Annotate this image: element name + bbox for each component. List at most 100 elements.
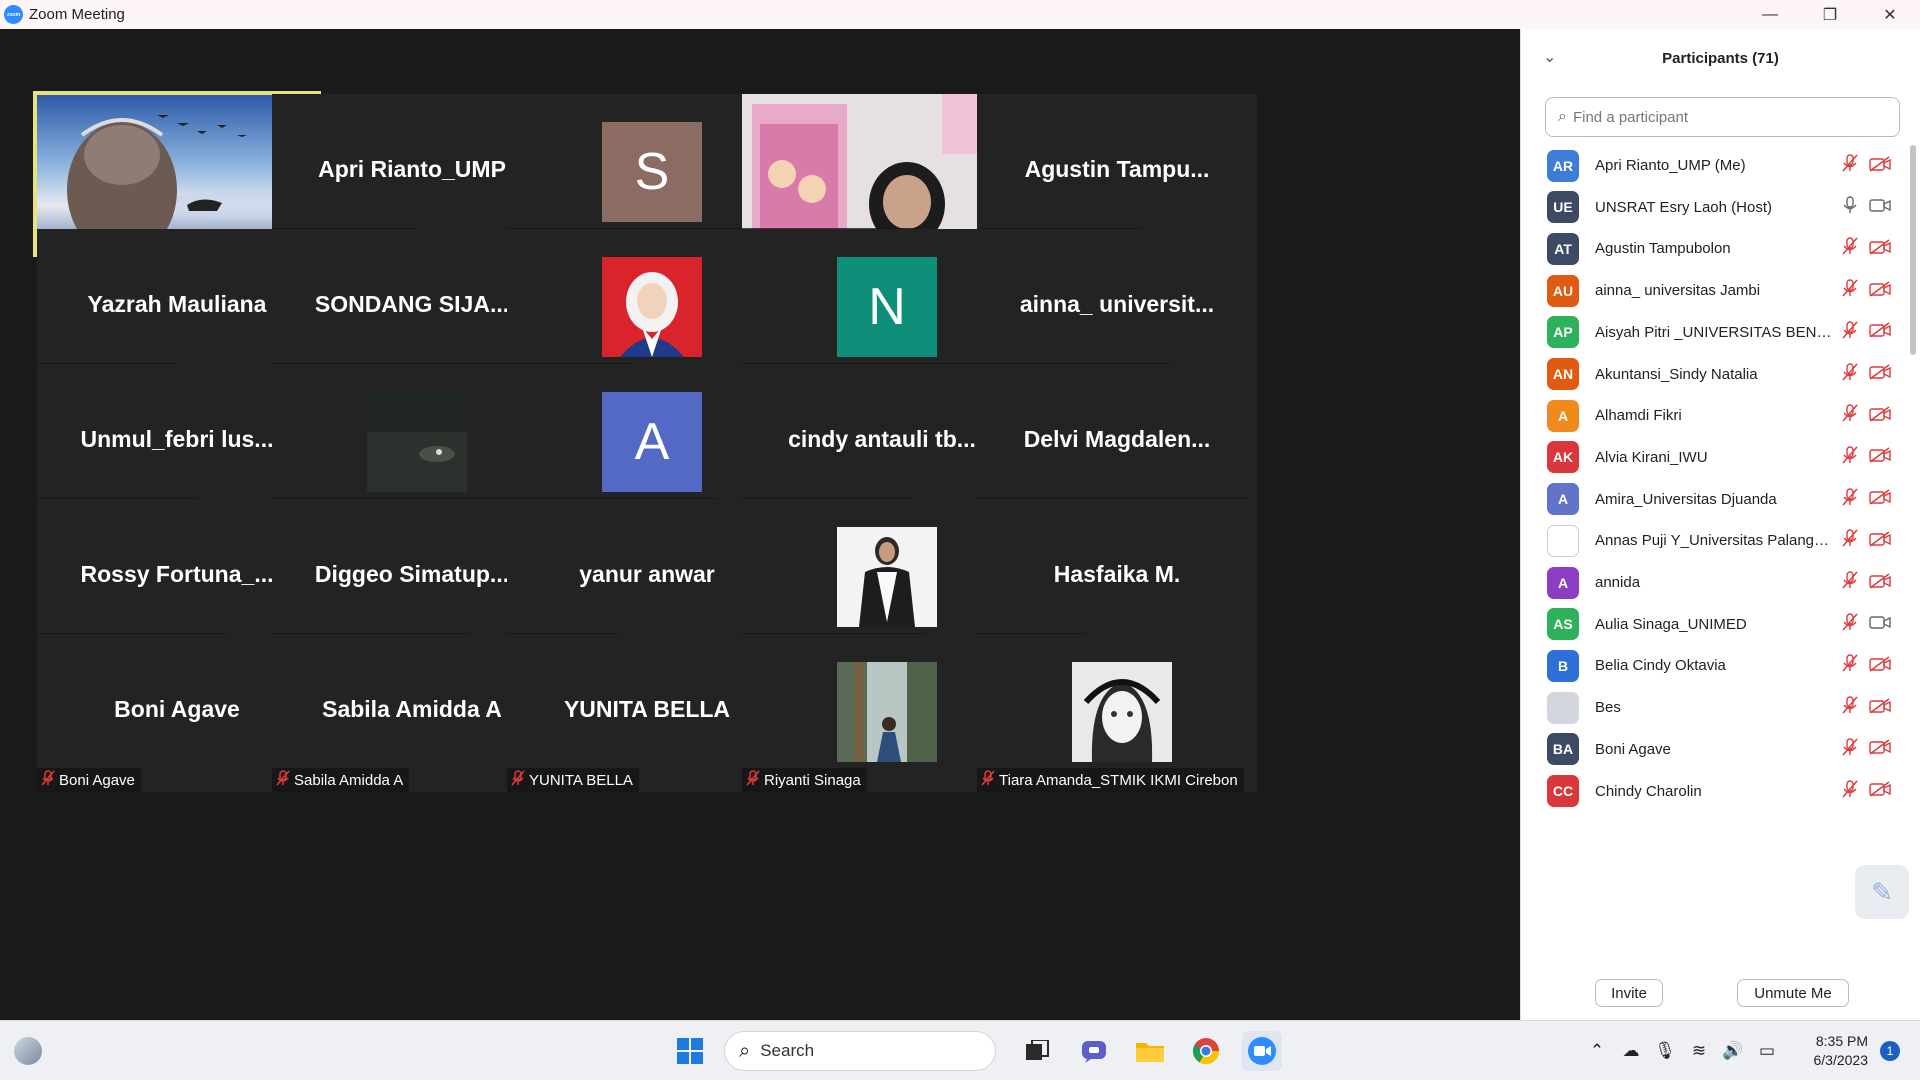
tile-name-label: Boni Agave [37,768,141,792]
mic-muted-icon[interactable] [1840,404,1860,427]
participant-avatar [1547,691,1579,724]
camera-icon[interactable] [1868,197,1892,217]
participant-list[interactable]: AR Apri Rianto_UMP (Me) UE UNSRAT Esry Laoh… [1521,145,1907,975]
participant-row[interactable]: AN Akuntansi_Sindy Natalia [1521,354,1907,395]
tile-display-name: ainna_ universit... [1019,291,1215,317]
participant-row[interactable]: Aannida [1521,562,1907,603]
camera-off-icon[interactable] [1868,447,1892,467]
participant-initials: AU [1552,282,1574,299]
invite-button[interactable]: Invite [1595,979,1663,1007]
mic-muted-icon[interactable] [1840,654,1860,677]
participant-initials: A [1557,407,1569,424]
scrollbar-thumb[interactable] [1910,145,1916,355]
participant-row[interactable]: AS Aulia Sinaga_UNIMED [1521,604,1907,645]
volume-icon[interactable]: 🔊 [1718,1041,1748,1061]
tile-name-label: Tiara Amanda_STMIK IKMI Cirebon [977,768,1244,792]
camera-off-icon[interactable] [1868,322,1892,342]
participant-name: Aulia Sinaga_UNIMED [1595,615,1747,633]
participant-row[interactable]: AT Agustin Tampubolon [1521,228,1907,269]
tile-participant-name: Boni Agave [59,771,135,789]
participant-row[interactable]: Annas Puji Y_Universitas Palangk... [1521,520,1907,561]
mic-muted-icon[interactable] [1840,279,1860,302]
participant-name: ainna_ universitas Jambi [1595,282,1761,300]
mic-muted-icon[interactable] [1840,738,1860,761]
clock[interactable]: 8:35 PM 6/3/2023 [1794,1032,1869,1070]
participant-search-input[interactable] [1572,108,1873,126]
chevron-up-icon[interactable]: ⌃ [1582,1041,1612,1061]
taskbar-apps: ⌕ Search [662,1029,1290,1073]
mic-muted-icon[interactable] [1840,321,1860,344]
camera-off-icon[interactable] [1868,155,1892,176]
camera-off-icon[interactable] [1868,572,1892,593]
video-tile[interactable]: Tiara Amanda_STMIK IKMI Cirebon [977,634,1257,792]
camera-off-icon[interactable] [1868,239,1892,259]
camera-off-icon[interactable] [1868,656,1892,676]
zoom-taskbar-icon[interactable] [1242,1031,1282,1071]
participant-initials: A [1557,574,1569,591]
participant-row[interactable]: AR Apri Rianto_UMP (Me) [1521,145,1907,186]
microphone-icon[interactable]: 🎙 [1650,1041,1680,1061]
mic-muted-icon[interactable] [1840,446,1860,469]
participant-row[interactable]: AU ainna_ universitas Jambi [1521,270,1907,311]
mic-muted-icon[interactable] [1840,612,1860,636]
mic-muted-icon[interactable] [1840,154,1860,177]
mic-muted-icon[interactable] [1840,362,1860,386]
participant-name: Alvia Kirani_IWU [1595,448,1708,466]
participant-row[interactable]: Bes [1521,687,1907,728]
mic-muted-icon[interactable] [1840,696,1860,719]
windows-start-icon[interactable] [670,1031,710,1071]
file-explorer-icon[interactable] [1130,1031,1170,1071]
participant-search[interactable]: ⌕ [1545,97,1900,137]
mic-muted-icon[interactable] [1840,237,1860,260]
participant-row[interactable]: UE UNSRAT Esry Laoh (Host) [1521,187,1907,228]
battery-icon[interactable]: ▭ [1752,1041,1782,1061]
chrome-icon[interactable] [1186,1031,1226,1071]
mic-muted-icon[interactable] [1840,529,1860,552]
participant-initials: B [1557,657,1569,674]
participant-row[interactable]: B Belia Cindy Oktavia [1521,645,1907,686]
camera-off-icon[interactable] [1868,697,1892,718]
weather-widget-icon[interactable] [14,1037,42,1065]
unmute-me-button[interactable]: Unmute Me [1737,979,1849,1007]
participant-row[interactable]: AP Aisyah Pitri _UNIVERSITAS BENG... [1521,312,1907,353]
mic-muted-icon[interactable] [1840,487,1860,511]
mic-muted-icon[interactable] [1840,571,1860,594]
participant-avatar: AU [1547,274,1579,307]
taskbar-search[interactable]: ⌕ Search [724,1031,996,1071]
camera-off-icon[interactable] [1868,364,1892,384]
participant-row[interactable]: A Amira_Universitas Djuanda [1521,479,1907,520]
window-title: Zoom Meeting [29,6,125,23]
participant-row[interactable]: A Alhamdi Fikri [1521,395,1907,436]
participant-photo [1072,662,1172,762]
camera-off-icon[interactable] [1868,406,1892,426]
participant-avatar: AR [1547,149,1579,182]
participant-avatar: CC [1547,775,1579,807]
camera-off-icon[interactable] [1868,531,1892,551]
chevron-down-icon[interactable]: ⌄ [1543,47,1556,67]
mic-muted-icon[interactable] [1840,779,1860,803]
teams-chat-icon[interactable] [1074,1031,1114,1071]
cloud-icon[interactable]: ☁ [1616,1041,1646,1061]
participant-avatar: AK [1547,441,1579,474]
participant-row[interactable]: AK Alvia Kirani_IWU [1521,437,1907,478]
edit-pencil-icon[interactable]: ✎ [1855,865,1909,919]
participant-row[interactable]: CC Chindy Charolin [1521,771,1907,812]
participant-row[interactable]: BA Boni Agave [1521,729,1907,770]
camera-off-icon[interactable] [1868,739,1892,759]
camera-off-icon[interactable] [1868,280,1892,301]
minimize-button[interactable]: — [1740,0,1800,29]
tile-letter-avatar: A [602,392,702,492]
restore-button[interactable]: ❐ [1800,0,1860,29]
participant-avatar: AT [1547,232,1579,265]
mic-icon[interactable] [1840,195,1860,219]
close-button[interactable]: ✕ [1860,0,1920,29]
camera-off-icon[interactable] [1868,781,1892,801]
camera-icon[interactable] [1868,614,1892,634]
participant-initials: AP [1553,324,1573,341]
wifi-icon[interactable]: ≋ [1684,1041,1714,1061]
notification-badge[interactable]: 1 [1880,1041,1900,1061]
camera-off-icon[interactable] [1868,489,1892,509]
task-view-icon[interactable] [1018,1031,1058,1071]
participant-list-scrollbar[interactable] [1910,145,1916,975]
participants-header: ⌄ Participants (71) [1521,29,1920,87]
